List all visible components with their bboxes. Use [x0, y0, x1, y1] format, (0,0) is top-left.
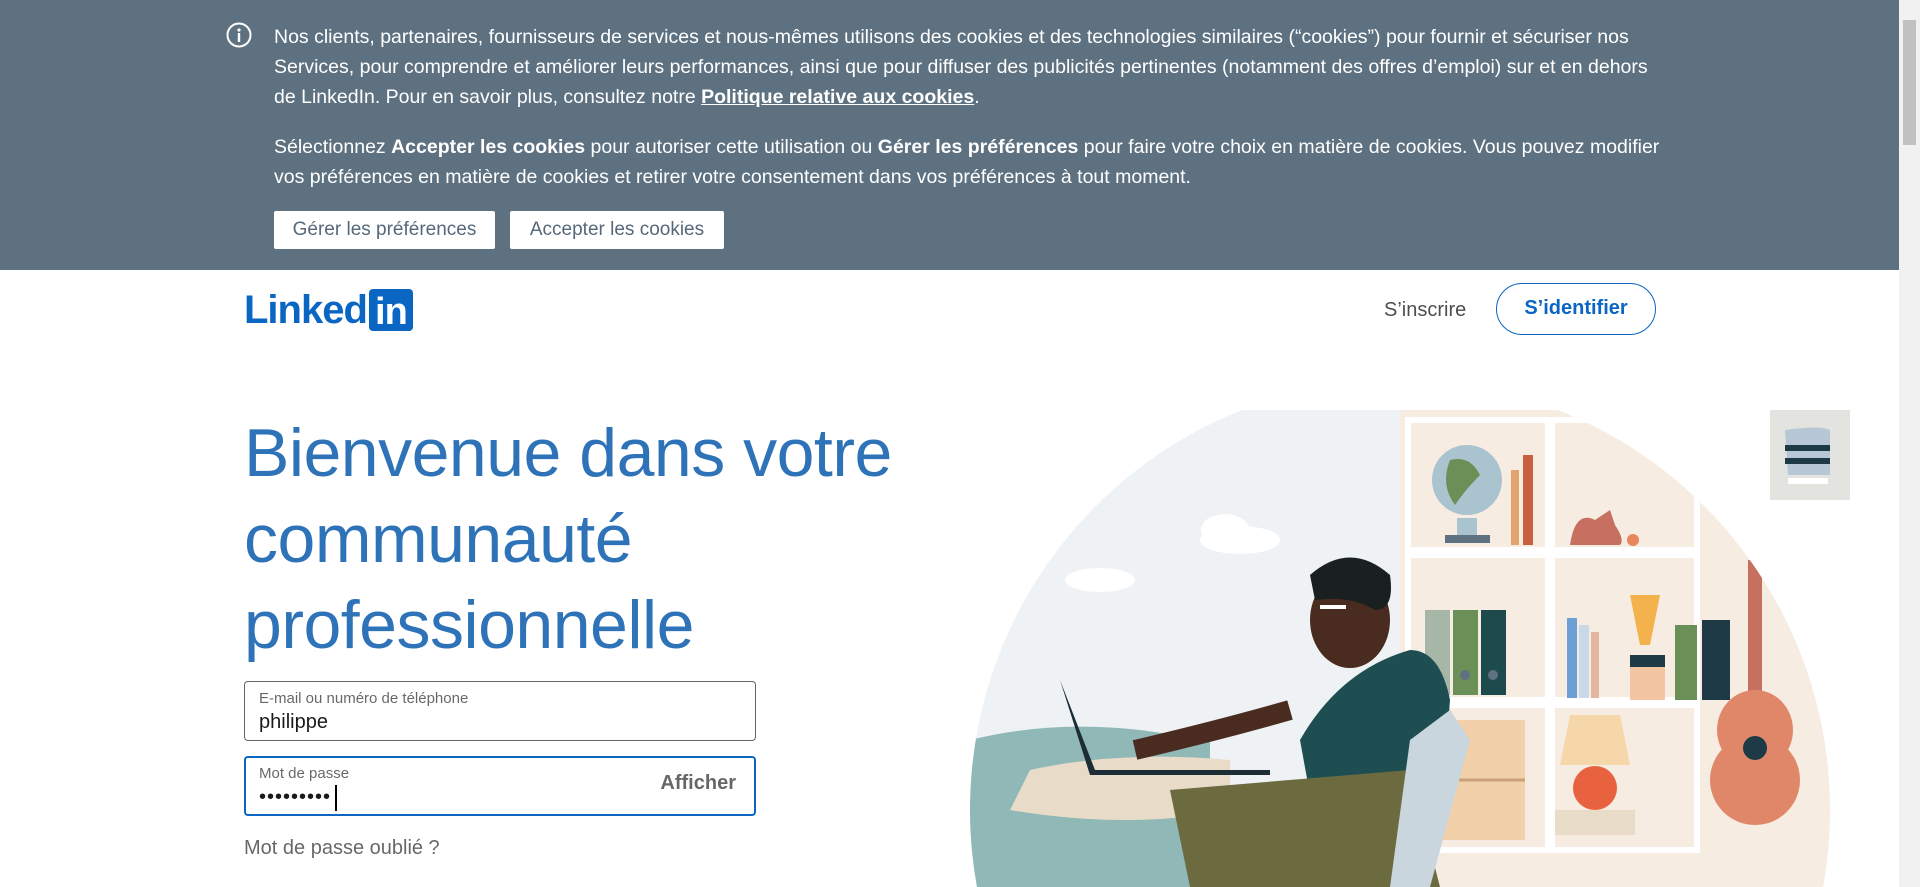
page-scrollbar[interactable] — [1899, 0, 1920, 887]
logo-in-box: in — [368, 289, 413, 333]
scrollbar-thumb[interactable] — [1903, 20, 1916, 145]
join-link[interactable]: S’inscrire — [1376, 290, 1474, 330]
cookie-paragraph-2: Sélectionnez Accepter les cookies pour a… — [274, 132, 1674, 192]
cookie-p2-bold2: Gérer les préférences — [877, 136, 1079, 158]
signin-button[interactable]: S’identifier — [1496, 283, 1656, 335]
cookie-paragraph-1-end: . — [974, 86, 980, 108]
cookie-banner: Nos clients, partenaires, fournisseurs d… — [0, 0, 1899, 270]
accept-cookies-button[interactable]: Accepter les cookies — [510, 211, 724, 249]
hero-illustration — [970, 410, 1850, 887]
cookie-p2-bold1: Accepter les cookies — [391, 136, 586, 158]
forgot-password-link[interactable]: Mot de passe oublié ? — [244, 837, 440, 860]
password-label: Mot de passe — [259, 765, 350, 782]
cookie-p2-part2: pour autoriser cette utilisation ou — [585, 136, 878, 158]
info-icon — [226, 22, 252, 48]
email-input[interactable] — [259, 711, 689, 734]
manage-preferences-button[interactable]: Gérer les préférences — [274, 211, 495, 249]
email-field[interactable]: E-mail ou numéro de téléphone — [244, 681, 756, 741]
cookie-paragraph-1: Nos clients, partenaires, fournisseurs d… — [274, 22, 1674, 112]
show-password-button[interactable]: Afficher — [660, 772, 736, 795]
cookie-policy-link[interactable]: Politique relative aux cookies — [701, 86, 974, 108]
password-field[interactable]: Mot de passe ••••••••• Afficher — [244, 756, 756, 816]
email-label: E-mail ou numéro de téléphone — [259, 690, 469, 707]
linkedin-logo[interactable]: Linked in — [244, 288, 413, 333]
text-caret — [335, 785, 337, 811]
cookie-p2-part1: Sélectionnez — [274, 136, 392, 158]
password-input[interactable]: ••••••••• — [259, 786, 689, 809]
page-title: Bienvenue dans votre communauté professi… — [244, 415, 892, 663]
logo-wordmark: Linked — [244, 288, 368, 332]
cookie-text: Nos clients, partenaires, fournisseurs d… — [274, 22, 1674, 212]
